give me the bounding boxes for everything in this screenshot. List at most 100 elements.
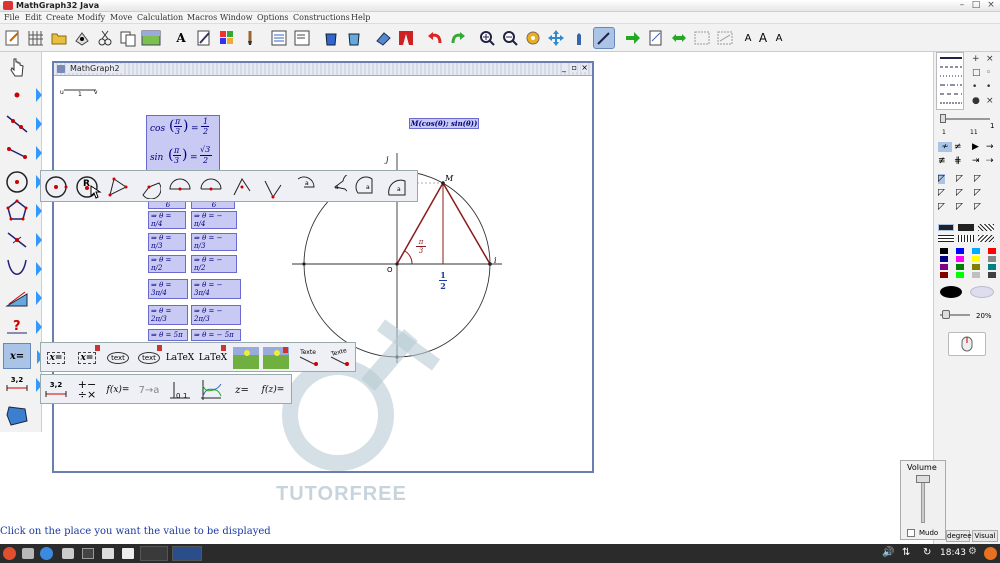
figure-minimize-icon[interactable]: _: [562, 63, 566, 72]
marker-style-grid[interactable]: ◸ ◸ ◸ ◸ ◸ ◸ ◸ ◸ ◸: [936, 174, 998, 220]
close-icon[interactable]: ×: [985, 0, 997, 10]
color-palette[interactable]: [936, 248, 998, 280]
arc-major-icon[interactable]: a: [322, 174, 348, 200]
macro-b-icon[interactable]: [714, 27, 736, 49]
menu-calculation[interactable]: Calculation: [137, 13, 183, 22]
text-bubble-icon[interactable]: text: [105, 345, 131, 371]
texte-link-icon[interactable]: Texte: [295, 345, 321, 371]
browser-icon[interactable]: [40, 547, 53, 560]
eraser-icon[interactable]: [372, 27, 394, 49]
surface-tool-icon[interactable]: [3, 402, 31, 428]
palette-icon[interactable]: [216, 27, 238, 49]
menu-window[interactable]: Window: [220, 13, 253, 22]
finger-icon[interactable]: [568, 27, 590, 49]
calc-value-icon[interactable]: 3,2: [43, 377, 69, 403]
opacity-slider[interactable]: [938, 310, 972, 320]
font-icon[interactable]: A: [170, 27, 192, 49]
segment-tool-icon[interactable]: [3, 140, 42, 166]
tools-icon[interactable]: [62, 548, 74, 559]
notes-app-icon[interactable]: [122, 548, 134, 559]
arc-sector-icon[interactable]: [260, 174, 286, 200]
pencil-icon[interactable]: [593, 27, 615, 49]
calculation-display-tool[interactable]: x=: [3, 343, 43, 369]
image-insert-icon[interactable]: [233, 345, 259, 371]
figure-close-icon[interactable]: ×: [581, 63, 588, 72]
arc-three-points-icon[interactable]: [105, 174, 131, 200]
menu-modify[interactable]: Modify: [77, 13, 105, 22]
arc-angle-icon[interactable]: [229, 174, 255, 200]
curve-tool-icon[interactable]: [3, 256, 42, 282]
swap-arrow-icon[interactable]: [668, 27, 690, 49]
settings-tray-icon[interactable]: ⚙: [968, 546, 977, 557]
latex-locked-icon[interactable]: LaTeX: [199, 345, 227, 371]
image-insert-locked-icon[interactable]: [263, 345, 289, 371]
redo-icon[interactable]: [447, 27, 469, 49]
notes-icon[interactable]: [645, 27, 667, 49]
start-menu-icon[interactable]: [3, 547, 16, 560]
menu-options[interactable]: Options: [257, 13, 289, 22]
brush-icon[interactable]: [239, 27, 261, 49]
menu-file[interactable]: File: [4, 13, 19, 22]
arc-indirect-icon[interactable]: a: [353, 174, 379, 200]
mouse-settings-button[interactable]: [948, 332, 986, 356]
degree-button[interactable]: degree: [946, 530, 972, 542]
circle-tool-icon[interactable]: [3, 169, 42, 195]
arithmetic-icon[interactable]: +− ÷×: [74, 377, 100, 403]
settings-icon[interactable]: [522, 27, 544, 49]
maximize-icon[interactable]: □: [970, 0, 982, 10]
font-size-c-icon[interactable]: A: [768, 27, 790, 49]
arc-center-icon[interactable]: [136, 174, 162, 200]
function-icon[interactable]: f(x)=: [105, 377, 131, 403]
task-window-2[interactable]: [172, 546, 202, 561]
semicircle-alt-icon[interactable]: [198, 174, 224, 200]
minimize-icon[interactable]: –: [956, 0, 968, 10]
complex-icon[interactable]: z=: [229, 377, 255, 403]
derivative-icon[interactable]: 01: [167, 377, 193, 403]
grid-figure-icon[interactable]: [25, 27, 47, 49]
macro-a-icon[interactable]: [691, 27, 713, 49]
figure-window-header[interactable]: MathGraph2 _ ▫ ×: [54, 63, 592, 76]
opacity-preview[interactable]: [970, 286, 994, 298]
visual-button[interactable]: Visual: [972, 530, 998, 542]
complex-function-icon[interactable]: f(z)=: [260, 377, 286, 403]
copy-icon[interactable]: [117, 27, 139, 49]
transformation-tool-icon[interactable]: [3, 227, 42, 253]
forward-arrow-icon[interactable]: [622, 27, 644, 49]
fill-color-preview[interactable]: [940, 286, 962, 298]
arrow-style-grid[interactable]: ≁ ≠ ▶ → ≢ ⋕ ⇥ ⇢: [936, 142, 998, 170]
question-tool-icon[interactable]: ?: [3, 314, 42, 340]
new-figure-icon[interactable]: [2, 27, 24, 49]
menu-edit[interactable]: Edit: [25, 13, 42, 22]
save-icon[interactable]: [71, 27, 93, 49]
point-style-grid[interactable]: + × □ ◦ • • ● ×: [968, 52, 998, 110]
volume-tray-icon[interactable]: 🔊: [882, 547, 894, 558]
files-icon[interactable]: [22, 548, 34, 559]
list-icon[interactable]: [291, 27, 313, 49]
task-window-1[interactable]: [140, 546, 168, 561]
menu-constructions[interactable]: Constructions: [293, 13, 350, 22]
power-tray-icon[interactable]: [984, 547, 997, 560]
figure-maximize-icon[interactable]: ▫: [571, 63, 577, 72]
menu-macros[interactable]: Macros: [187, 13, 217, 22]
line-style-list[interactable]: [936, 52, 964, 110]
terminal-icon[interactable]: [82, 548, 94, 559]
mute-checkbox[interactable]: [907, 529, 915, 537]
display-value-icon[interactable]: x=: [43, 345, 69, 371]
document-icon[interactable]: [102, 548, 114, 559]
bucket-alt-icon[interactable]: [343, 27, 365, 49]
cut-icon[interactable]: [94, 27, 116, 49]
texte-rotated-icon[interactable]: Texte: [326, 345, 352, 371]
pointer-tool-icon[interactable]: [3, 54, 31, 80]
clock[interactable]: 18:43: [940, 548, 966, 558]
thickness-slider[interactable]: [938, 114, 996, 124]
menu-create[interactable]: Create: [46, 13, 73, 22]
move-icon[interactable]: [545, 27, 567, 49]
text-bubble-locked-icon[interactable]: text: [136, 345, 162, 371]
line-tool-icon[interactable]: [3, 111, 42, 137]
zoom-in-icon[interactable]: [476, 27, 498, 49]
zoom-out-icon[interactable]: [499, 27, 521, 49]
latex-icon[interactable]: LaTeX: [166, 345, 194, 371]
menu-help[interactable]: Help: [351, 13, 370, 22]
open-icon[interactable]: [48, 27, 70, 49]
image-icon[interactable]: [140, 27, 162, 49]
